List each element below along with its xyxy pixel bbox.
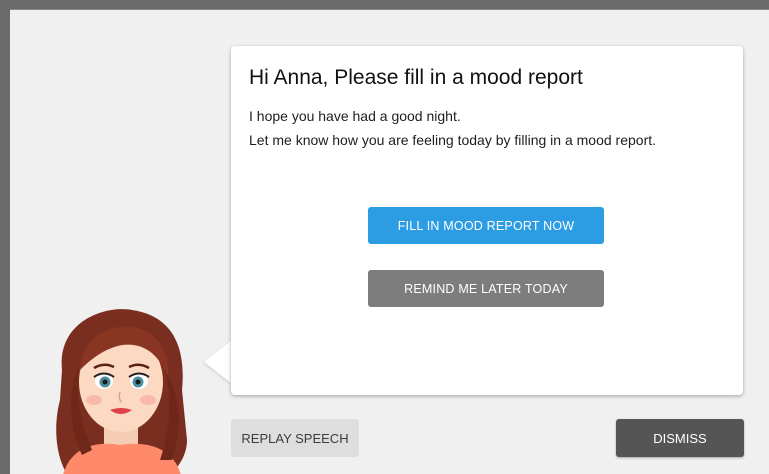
- fill-mood-report-button[interactable]: FILL IN MOOD REPORT NOW: [368, 207, 604, 244]
- remind-later-button[interactable]: REMIND ME LATER TODAY: [368, 270, 604, 307]
- speech-bubble-tail: [204, 340, 232, 384]
- dismiss-button[interactable]: DISMISS: [616, 419, 744, 457]
- message-line-2: Let me know how you are feeling today by…: [249, 132, 657, 148]
- replay-speech-button[interactable]: REPLAY SPEECH: [231, 419, 359, 457]
- message-line-1: I hope you have had a good night.: [249, 108, 461, 124]
- speech-bubble-card: Hi Anna, Please fill in a mood report I …: [231, 46, 743, 395]
- assistant-avatar-icon: [32, 300, 212, 474]
- message-title: Hi Anna, Please fill in a mood report: [249, 66, 583, 89]
- app-window: Hi Anna, Please fill in a mood report I …: [10, 9, 769, 474]
